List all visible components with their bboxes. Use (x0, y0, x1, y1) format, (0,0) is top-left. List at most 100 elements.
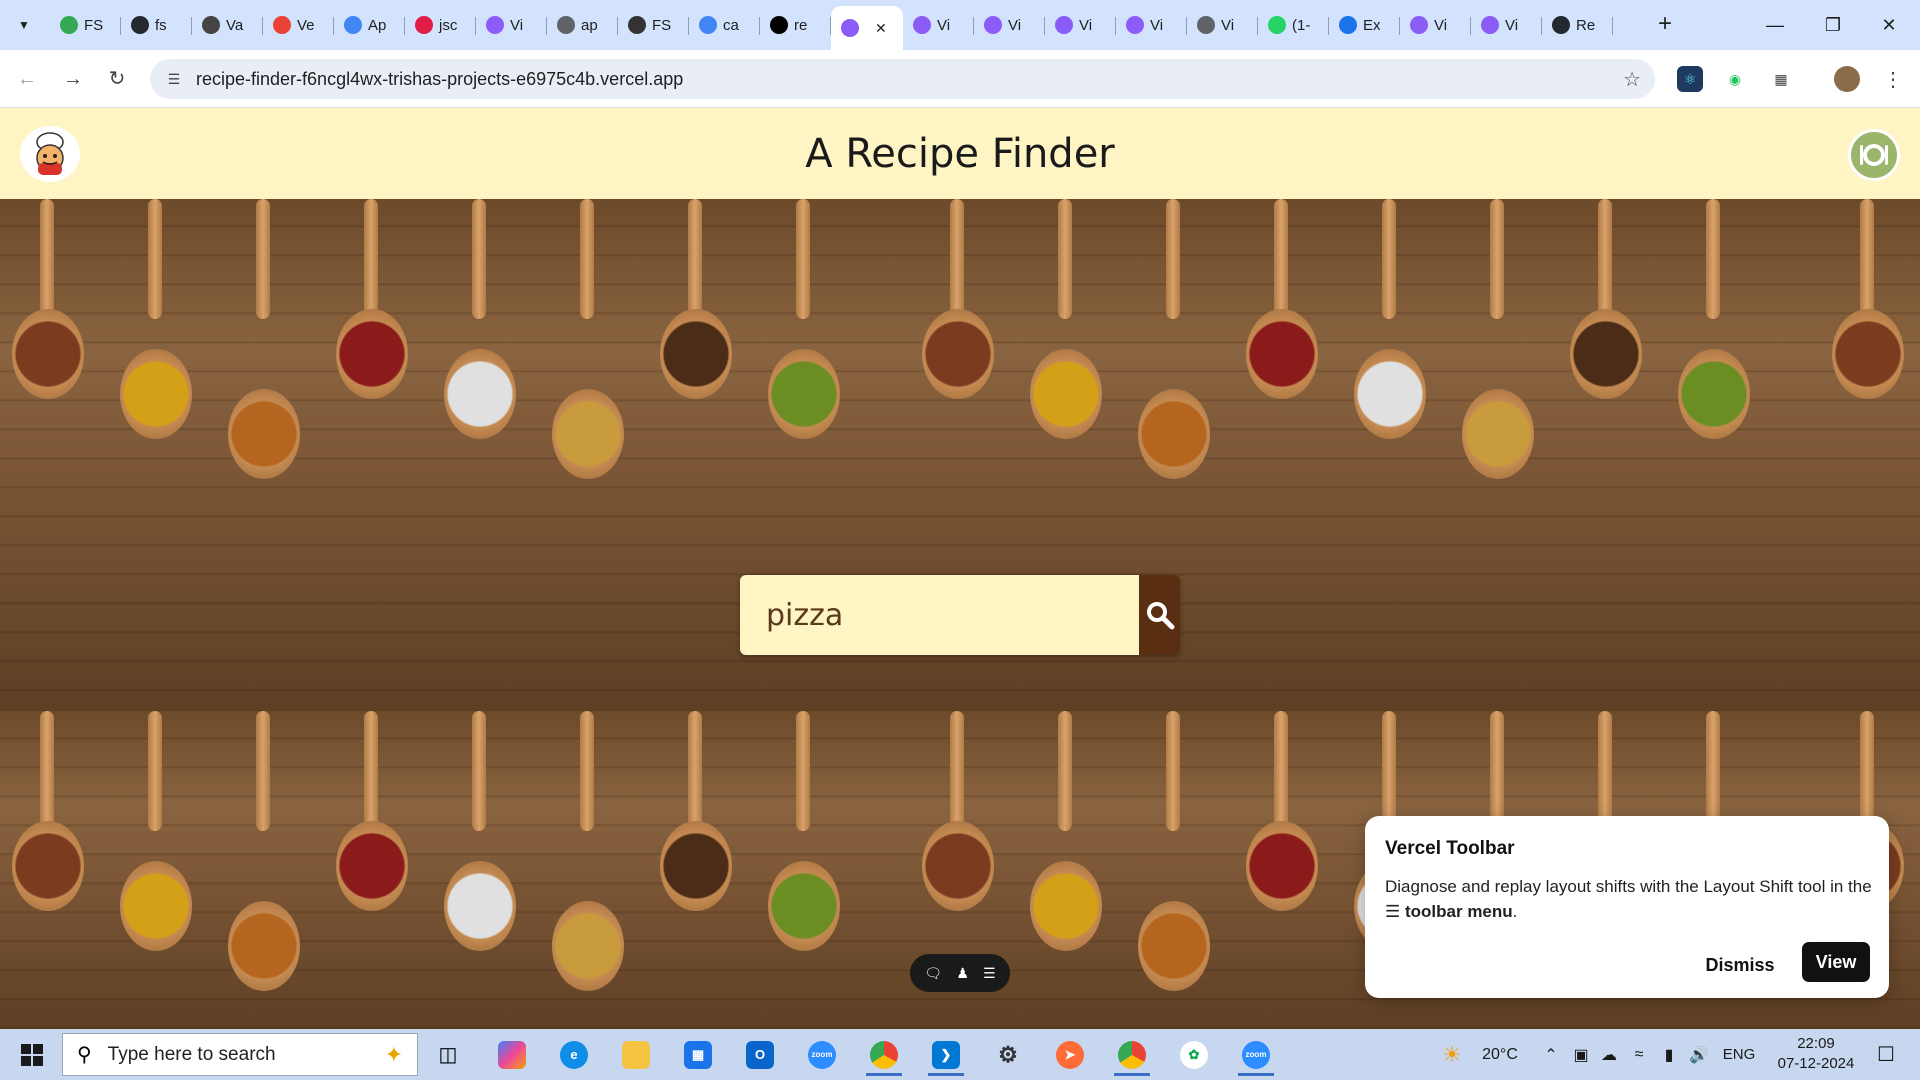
spices-image-tile (0, 711, 910, 1029)
start-button[interactable] (10, 1029, 54, 1080)
popup-body-bold: toolbar menu (1404, 902, 1513, 921)
edge-button[interactable]: e (550, 1033, 598, 1076)
system-clock[interactable]: 22:09 07-12-2024 (1776, 1034, 1856, 1074)
zoom-running-button[interactable]: zoom (1232, 1033, 1280, 1076)
outlook-button[interactable]: O (736, 1033, 784, 1076)
tab-label: fs (155, 16, 167, 34)
address-bar[interactable]: ☰ recipe-finder-f6ncgl4wx-trishas-projec… (150, 59, 1655, 99)
browser-tab[interactable]: Vi (1187, 6, 1258, 44)
volume-icon[interactable]: 🔊 (1686, 1029, 1712, 1080)
browser-tab[interactable]: (1- (1258, 6, 1329, 44)
spoon-handle (1860, 199, 1874, 319)
weather-temperature[interactable]: 20°C (1472, 1029, 1528, 1080)
extensions-puzzle-icon[interactable]: ▦ (1768, 66, 1794, 92)
zoom-icon: zoom (808, 1040, 836, 1069)
wifi-icon[interactable]: ≈ (1626, 1029, 1652, 1080)
browser-tab[interactable]: Re (1542, 6, 1613, 44)
browser-tab[interactable]: ca (689, 6, 760, 44)
back-button[interactable]: ← (12, 64, 42, 94)
spice-spoon (660, 821, 732, 911)
browser-tab[interactable]: fs (121, 6, 192, 44)
vscode-button[interactable]: ❯ (922, 1033, 970, 1076)
browser-tab[interactable]: re (760, 6, 831, 44)
mongodb-compass-button[interactable]: ✿ (1170, 1033, 1218, 1076)
tab-label: Va (226, 16, 244, 34)
meet-now-icon[interactable]: ▣ (1568, 1029, 1594, 1080)
spice-spoon (444, 349, 516, 439)
browser-tab[interactable]: Vi (1045, 6, 1116, 44)
reload-button[interactable]: ↻ (102, 64, 132, 94)
google-icon (699, 16, 717, 34)
react-devtools-icon[interactable]: ⚛ (1677, 66, 1703, 92)
spoon-handle (1598, 711, 1612, 831)
browser-tab[interactable]: Vi (476, 6, 547, 44)
postman-button[interactable]: ➤ (1046, 1033, 1094, 1076)
browser-toolbar: ← → ↻ ☰ recipe-finder-f6ncgl4wx-trishas-… (0, 50, 1920, 108)
share-user-icon[interactable]: ♟ (956, 965, 969, 982)
postman-icon: ➤ (1056, 1040, 1084, 1069)
copilot-button[interactable] (488, 1033, 536, 1076)
chrome-button[interactable] (860, 1033, 908, 1076)
browser-tab[interactable]: Vi (903, 6, 974, 44)
windows-logo-icon (21, 1043, 43, 1066)
tab-search-button[interactable]: ▼ (10, 11, 38, 39)
notifications-icon[interactable]: ☐ (1866, 1029, 1906, 1080)
browser-tab[interactable]: jsc (405, 6, 476, 44)
browser-tab[interactable]: Vi (1400, 6, 1471, 44)
spoon-handle (148, 711, 162, 831)
view-button[interactable]: View (1802, 942, 1870, 982)
puzzle-icon (1339, 16, 1357, 34)
zoom-button[interactable]: zoom (798, 1033, 846, 1076)
browser-tab[interactable]: ✕ (831, 6, 903, 50)
search-button[interactable] (1139, 575, 1180, 655)
site-info-icon[interactable]: ☰ (164, 69, 184, 89)
close-tab-icon[interactable]: ✕ (875, 20, 887, 37)
forward-button[interactable]: → (58, 64, 88, 94)
browser-tab[interactable]: Vi (1116, 6, 1187, 44)
spice-spoon (228, 389, 300, 479)
close-window-button[interactable]: ✕ (1866, 8, 1912, 42)
weather-icon[interactable]: ☀ (1432, 1029, 1472, 1080)
chrome-icon (870, 1040, 898, 1069)
file-explorer-button[interactable] (612, 1033, 660, 1076)
spice-spoon (228, 901, 300, 991)
store-button[interactable]: ▦ (674, 1033, 722, 1076)
browser-tab[interactable]: Ve (263, 6, 334, 44)
onedrive-icon[interactable]: ☁ (1596, 1029, 1622, 1080)
github-icon (131, 16, 149, 34)
tab-label: (1- (1292, 16, 1311, 34)
settings-button[interactable]: ⚙ (984, 1033, 1032, 1076)
spoon-handle (1706, 711, 1720, 831)
bookmark-star-icon[interactable]: ☆ (1623, 67, 1641, 92)
browser-menu-icon[interactable]: ⋮ (1880, 66, 1906, 92)
task-view-button[interactable]: ◫ (424, 1033, 472, 1076)
spice-spoon (922, 821, 994, 911)
vercel-toolbar-pill[interactable]: 🗨 ♟ ☰ (910, 954, 1010, 992)
input-language[interactable]: ENG (1718, 1029, 1760, 1080)
color-extension-icon[interactable]: ◉ (1722, 66, 1748, 92)
browser-tab[interactable]: Ap (334, 6, 405, 44)
spice-spoon (1832, 309, 1904, 399)
browser-tab[interactable]: FS (50, 6, 121, 44)
browser-tab[interactable]: Vi (1471, 6, 1542, 44)
profile-avatar[interactable] (1834, 66, 1860, 92)
browser-tab[interactable]: Va (192, 6, 263, 44)
minimize-button[interactable]: — (1752, 8, 1798, 42)
restore-button[interactable]: ❐ (1810, 8, 1856, 42)
browser-tab[interactable]: Vi (974, 6, 1045, 44)
toolbar-menu-icon[interactable]: ☰ (983, 965, 996, 982)
new-tab-button[interactable]: + (1650, 10, 1680, 40)
recipe-search-input[interactable] (740, 575, 1139, 655)
popup-body-text: Diagnose and replay layout shifts with t… (1385, 877, 1872, 896)
browser-tab[interactable]: ap (547, 6, 618, 44)
dismiss-button[interactable]: Dismiss (1695, 946, 1785, 984)
spoon-handle (472, 711, 486, 831)
taskbar-search-box[interactable]: ⚲ Type here to search ✦ (62, 1033, 418, 1076)
chrome-profile-button[interactable] (1108, 1033, 1156, 1076)
tray-overflow-chevron-icon[interactable]: ⌃ (1538, 1029, 1564, 1080)
spices-image-tile (1820, 199, 1920, 711)
browser-tab[interactable]: Ex (1329, 6, 1400, 44)
battery-icon[interactable]: ▮ (1656, 1029, 1682, 1080)
browser-tab[interactable]: FS (618, 6, 689, 44)
comment-icon[interactable]: 🗨 (924, 965, 942, 982)
